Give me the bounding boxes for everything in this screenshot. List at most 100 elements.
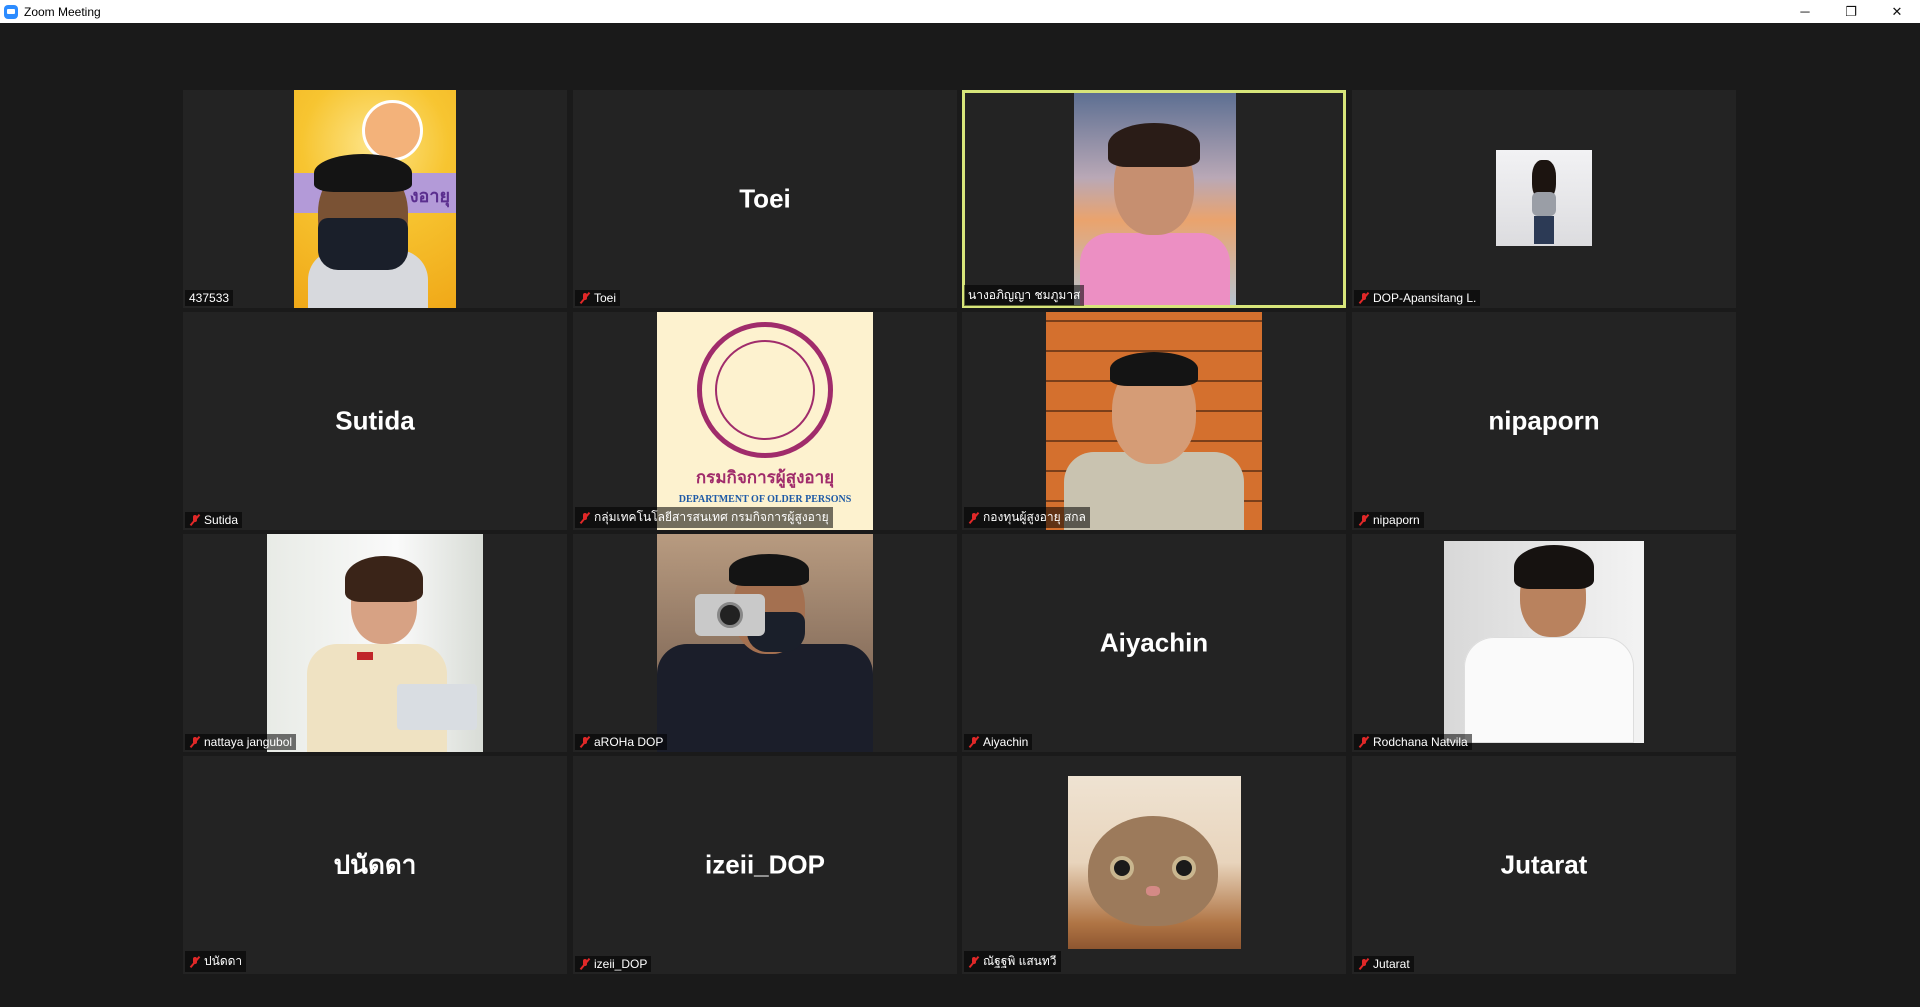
participant-name: izeii_DOP <box>594 957 648 971</box>
person-jeans <box>1534 216 1554 244</box>
participant-name-tag: izeii_DOP <box>575 956 652 972</box>
participant-big-name: Toei <box>739 183 791 214</box>
person-shirt <box>1080 233 1230 305</box>
participant-big-name: Jutarat <box>1500 849 1588 880</box>
participant-name-tag: Rodchana Natvila <box>1354 734 1472 750</box>
person-hair <box>1110 352 1198 386</box>
participant-tile-jutarat[interactable]: Jutarat Jutarat <box>1352 756 1736 974</box>
participant-name: กลุ่มเทคโนโลยีสารสนเทศ กรมกิจการผู้สูงอา… <box>594 510 829 524</box>
participant-name: Sutida <box>204 513 239 527</box>
participant-tile-nattaya[interactable]: nattaya jangubol <box>183 534 567 752</box>
zoom-app-icon <box>4 4 18 19</box>
participant-video <box>1046 312 1262 530</box>
participant-video <box>657 534 873 752</box>
restore-button[interactable]: ❐ <box>1828 0 1874 23</box>
mic-muted-icon <box>579 736 591 748</box>
participant-name-tag: ปนัดดา <box>185 951 247 972</box>
participant-name-tag: กองทุนผู้สูงอายุ สกล <box>964 507 1090 528</box>
participant-name: DOP-Apansitang L. <box>1373 291 1477 305</box>
participant-photo <box>1444 541 1644 743</box>
cartoon-banner-text: งอายุ <box>409 185 450 206</box>
mic-muted-icon <box>968 956 980 968</box>
mic-muted-icon <box>579 292 591 304</box>
participant-name: Aiyachin <box>983 735 1029 749</box>
gallery-view: งอายุ 437533 Toei Toei นางอภิญญา ชมภูมาส <box>0 23 1920 1007</box>
participant-tile-dop-apansitang[interactable]: DOP-Apansitang L. <box>1352 90 1736 308</box>
logo-thai-text: กรมกิจการผู้สูงอายุ <box>695 468 835 487</box>
participant-tile-toei[interactable]: Toei Toei <box>573 90 957 308</box>
participant-tile-aiyachin[interactable]: Aiyachin Aiyachin <box>962 534 1346 752</box>
participant-tile-nattapi[interactable]: ณัฐฐพิ แสนทวี <box>962 756 1346 974</box>
participant-name-tag: Jutarat <box>1354 956 1414 972</box>
camera <box>695 594 765 636</box>
participant-tile-active-speaker[interactable]: นางอภิญญา ชมภูมาส <box>962 90 1346 308</box>
participant-name-tag: Toei <box>575 290 621 306</box>
participant-tile-437533[interactable]: งอายุ 437533 <box>183 90 567 308</box>
cat-nose <box>1146 886 1160 896</box>
cat-photo <box>1068 776 1241 949</box>
cat-eye-left <box>1110 856 1134 880</box>
participant-name: Rodchana Natvila <box>1373 735 1468 749</box>
laptop <box>397 684 477 730</box>
person-shirt <box>1464 637 1634 743</box>
participant-name-tag: nipaporn <box>1354 512 1424 528</box>
mic-muted-icon <box>189 956 201 968</box>
participant-tile-it-group[interactable]: กรมกิจการผู้สูงอายุ DEPARTMENT OF OLDER … <box>573 312 957 530</box>
participant-name: ปนัดดา <box>204 954 243 968</box>
close-button[interactable]: ✕ <box>1874 0 1920 23</box>
participant-big-name: ปนัดดา <box>333 849 417 880</box>
department-logo: กรมกิจการผู้สูงอายุ DEPARTMENT OF OLDER … <box>657 312 873 530</box>
participant-name-tag: นางอภิญญา ชมภูมาส <box>964 285 1085 306</box>
person-shirt <box>1532 192 1556 216</box>
mic-muted-icon <box>1358 292 1370 304</box>
mic-muted-icon <box>189 736 201 748</box>
participant-tile-nipaporn[interactable]: nipaporn nipaporn <box>1352 312 1736 530</box>
logo-english-text: DEPARTMENT OF OLDER PERSONS <box>678 494 852 505</box>
person-hair <box>314 154 412 192</box>
window-controls: ─ ❐ ✕ <box>1782 0 1920 23</box>
window-title: Zoom Meeting <box>24 4 101 19</box>
participant-name: nipaporn <box>1373 513 1420 527</box>
participant-name: นางอภิญญา ชมภูมาส <box>968 288 1081 302</box>
participant-tile-rodchana[interactable]: Rodchana Natvila <box>1352 534 1736 752</box>
participant-tile-aroha[interactable]: aROHa DOP <box>573 534 957 752</box>
mic-muted-icon <box>579 512 591 524</box>
participant-name-tag: nattaya jangubol <box>185 734 297 750</box>
participant-name-tag: DOP-Apansitang L. <box>1354 290 1481 306</box>
participant-tile-sutida[interactable]: Sutida Sutida <box>183 312 567 530</box>
participant-big-name: nipaporn <box>1488 405 1600 436</box>
minimize-button[interactable]: ─ <box>1782 0 1828 23</box>
participant-name: Jutarat <box>1373 957 1410 971</box>
mic-muted-icon <box>968 512 980 524</box>
participant-name: aROHa DOP <box>594 735 664 749</box>
mic-muted-icon <box>579 958 591 970</box>
participant-big-name: Aiyachin <box>1099 627 1209 658</box>
participant-video <box>267 534 483 752</box>
participant-big-name: izeii_DOP <box>705 849 825 880</box>
participant-name-tag: กลุ่มเทคโนโลยีสารสนเทศ กรมกิจการผู้สูงอา… <box>575 507 833 528</box>
participant-name-tag: 437533 <box>185 290 234 306</box>
person-hair <box>1514 545 1594 589</box>
window-titlebar: Zoom Meeting ─ ❐ ✕ <box>0 0 1920 24</box>
participant-name-tag: aROHa DOP <box>575 734 668 750</box>
participant-name-tag: ณัฐฐพิ แสนทวี <box>964 951 1061 972</box>
participant-name: 437533 <box>189 291 230 305</box>
participant-name: ณัฐฐพิ แสนทวี <box>983 954 1057 968</box>
participant-photo <box>1496 150 1592 246</box>
participant-video: งอายุ <box>294 90 456 308</box>
camera-lens <box>717 602 743 628</box>
participant-name: กองทุนผู้สูงอายุ สกล <box>983 510 1086 524</box>
person-hair <box>729 554 809 586</box>
cartoon-elder-badge <box>362 100 424 161</box>
logo-seal-inner <box>715 340 815 440</box>
participant-tile-panadda[interactable]: ปนัดดา ปนัดดา <box>183 756 567 974</box>
participant-tile-fund[interactable]: กองทุนผู้สูงอายุ สกล <box>962 312 1346 530</box>
participant-big-name: Sutida <box>335 405 415 436</box>
participant-tile-izeii[interactable]: izeii_DOP izeii_DOP <box>573 756 957 974</box>
participant-video <box>1074 93 1236 305</box>
mic-muted-icon <box>189 514 201 526</box>
participant-name-tag: Sutida <box>185 512 243 528</box>
participant-name-tag: Aiyachin <box>964 734 1033 750</box>
participant-name: nattaya jangubol <box>204 735 293 749</box>
person-hair <box>345 556 423 602</box>
